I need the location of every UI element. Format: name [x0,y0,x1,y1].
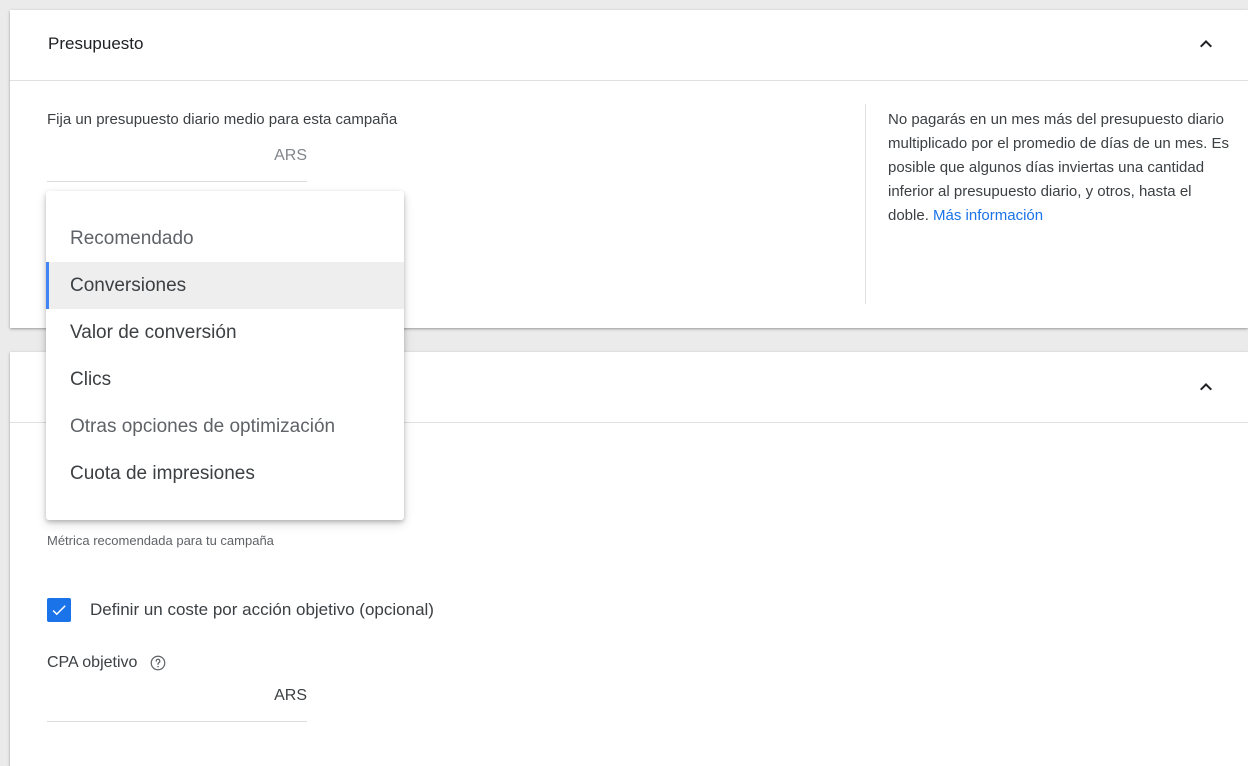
budget-card-title: Presupuesto [48,34,144,53]
cpa-label: CPA objetivo [47,654,138,671]
target-cpa-checkbox-row[interactable]: Definir un coste por acción objetivo (op… [47,598,434,622]
cpa-label-row: CPA objetivo [47,654,167,672]
target-cpa-input[interactable]: ARS [47,677,307,722]
menu-item-other-options[interactable]: Otras opciones de optimización [46,403,404,450]
budget-help-text: No pagarás en un mes más del presupuesto… [888,108,1233,228]
budget-card-header[interactable]: Presupuesto [10,10,1248,81]
menu-item-impression-share[interactable]: Cuota de impresiones [46,450,404,497]
daily-budget-label: Fija un presupuesto diario medio para es… [47,111,398,128]
vertical-divider [865,104,866,304]
chevron-up-icon[interactable] [1194,32,1218,56]
help-circle-icon[interactable] [149,654,167,672]
menu-item-clicks[interactable]: Clics [46,356,404,403]
menu-item-conversions[interactable]: Conversiones [46,262,404,309]
cpa-currency-suffix: ARS [274,687,307,704]
metric-recommendation-note: Métrica recomendada para tu campaña [47,533,274,548]
chevron-up-icon[interactable] [1194,375,1218,399]
menu-item-conversion-value[interactable]: Valor de conversión [46,309,404,356]
target-cpa-checkbox[interactable] [47,598,71,622]
more-info-link[interactable]: Más información [933,207,1043,224]
bidding-focus-dropdown: Recomendado Conversiones Valor de conver… [46,191,404,520]
check-icon [52,605,66,616]
budget-currency-suffix: ARS [274,147,307,164]
menu-item-recommended: Recomendado [70,228,194,249]
target-cpa-checkbox-label: Definir un coste por acción objetivo (op… [90,600,434,619]
page: Presupuesto Fija un presupuesto diario m… [0,0,1248,766]
daily-budget-input[interactable]: ARS [47,143,307,182]
